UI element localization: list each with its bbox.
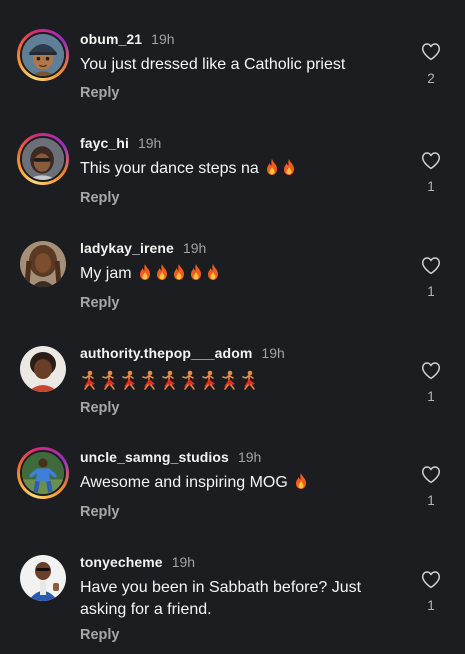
dancer-icon — [102, 370, 115, 390]
comment-text: Have you been in Sabbath before? Just as… — [80, 577, 400, 620]
fire-icon — [267, 159, 278, 175]
dancer-icon — [82, 370, 95, 390]
timestamp: 19h — [237, 449, 262, 465]
fire-emoji-group — [136, 264, 221, 282]
cartoon-boy-cap-avatar-icon — [20, 32, 66, 78]
heart-icon[interactable] — [421, 42, 441, 61]
comment-text: You just dressed like a Catholic priest — [80, 54, 400, 75]
man-blue-outfit-avatar-icon — [20, 450, 66, 496]
timestamp: 19h — [137, 135, 162, 151]
reply-button[interactable]: Reply — [80, 504, 120, 520]
username[interactable]: fayc_hi — [80, 135, 129, 151]
heart-icon[interactable] — [421, 570, 441, 589]
avatar[interactable] — [17, 133, 69, 185]
like-count: 2 — [427, 71, 435, 86]
avatar[interactable] — [20, 346, 66, 392]
dancer-icon — [202, 370, 215, 390]
fire-icon — [191, 264, 202, 280]
like-count: 1 — [427, 179, 435, 194]
comment-text-body: Have you been in Sabbath before? Just as… — [80, 579, 362, 618]
timestamp: 19h — [171, 554, 196, 570]
fire-icon — [140, 264, 151, 280]
reply-button[interactable]: Reply — [80, 295, 120, 311]
comment-text-body: You just dressed like a Catholic priest — [80, 56, 346, 73]
fire-emoji-group — [263, 159, 297, 177]
avatar[interactable] — [20, 555, 66, 601]
fire-emoji-group — [292, 473, 309, 491]
like-count: 1 — [427, 284, 435, 299]
fire-icon — [296, 473, 307, 489]
woman-selfie-avatar-icon — [20, 136, 66, 182]
username[interactable]: uncle_samng_studios — [80, 449, 229, 465]
timestamp: 19h — [151, 31, 175, 47]
like-count: 1 — [427, 598, 435, 613]
comment-text — [80, 370, 400, 392]
comment-text-body: Awesome and inspiring MOG — [80, 474, 288, 491]
heart-icon[interactable] — [421, 151, 441, 170]
like-count: 1 — [427, 493, 435, 508]
reply-button[interactable]: Reply — [80, 400, 120, 416]
username[interactable]: ladykay_irene — [80, 240, 174, 256]
reply-button[interactable]: Reply — [80, 85, 120, 101]
man-thumbs-up-avatar-icon — [20, 555, 66, 601]
avatar[interactable] — [17, 447, 69, 499]
avatar[interactable] — [20, 241, 66, 287]
comment-text-body: My jam — [80, 265, 132, 282]
comment-text: My jam — [80, 263, 400, 284]
username[interactable]: obum_21 — [80, 31, 142, 47]
dancer-icon — [222, 370, 235, 390]
dancer-icon — [182, 370, 195, 390]
dancer-emoji-group — [80, 370, 260, 390]
dancer-icon — [142, 370, 155, 390]
avatar[interactable] — [17, 29, 69, 81]
dancer-icon — [122, 370, 135, 390]
reply-button[interactable]: Reply — [80, 190, 120, 206]
woman-braids-avatar-icon — [20, 241, 66, 287]
timestamp: 19h — [182, 240, 207, 256]
comment-text: This your dance steps na — [80, 158, 400, 179]
comment-text-body: This your dance steps na — [80, 160, 259, 177]
heart-icon[interactable] — [421, 361, 441, 380]
username[interactable]: tonyecheme — [80, 554, 163, 570]
fire-icon — [174, 264, 185, 280]
like-count: 1 — [427, 389, 435, 404]
fire-icon — [284, 159, 295, 175]
dancer-icon — [242, 370, 255, 390]
fire-icon — [208, 264, 219, 280]
woman-portrait-avatar-icon — [20, 346, 66, 392]
reply-button[interactable]: Reply — [80, 627, 120, 643]
username[interactable]: authority.thepop___adom — [80, 345, 252, 361]
heart-icon[interactable] — [421, 256, 441, 275]
comment-text: Awesome and inspiring MOG — [80, 472, 400, 493]
timestamp: 19h — [261, 345, 285, 361]
fire-icon — [157, 264, 168, 280]
heart-icon[interactable] — [421, 465, 441, 484]
dancer-icon — [162, 370, 175, 390]
comments-list: obum_21 19h You just dressed like a Catho… — [0, 0, 465, 654]
